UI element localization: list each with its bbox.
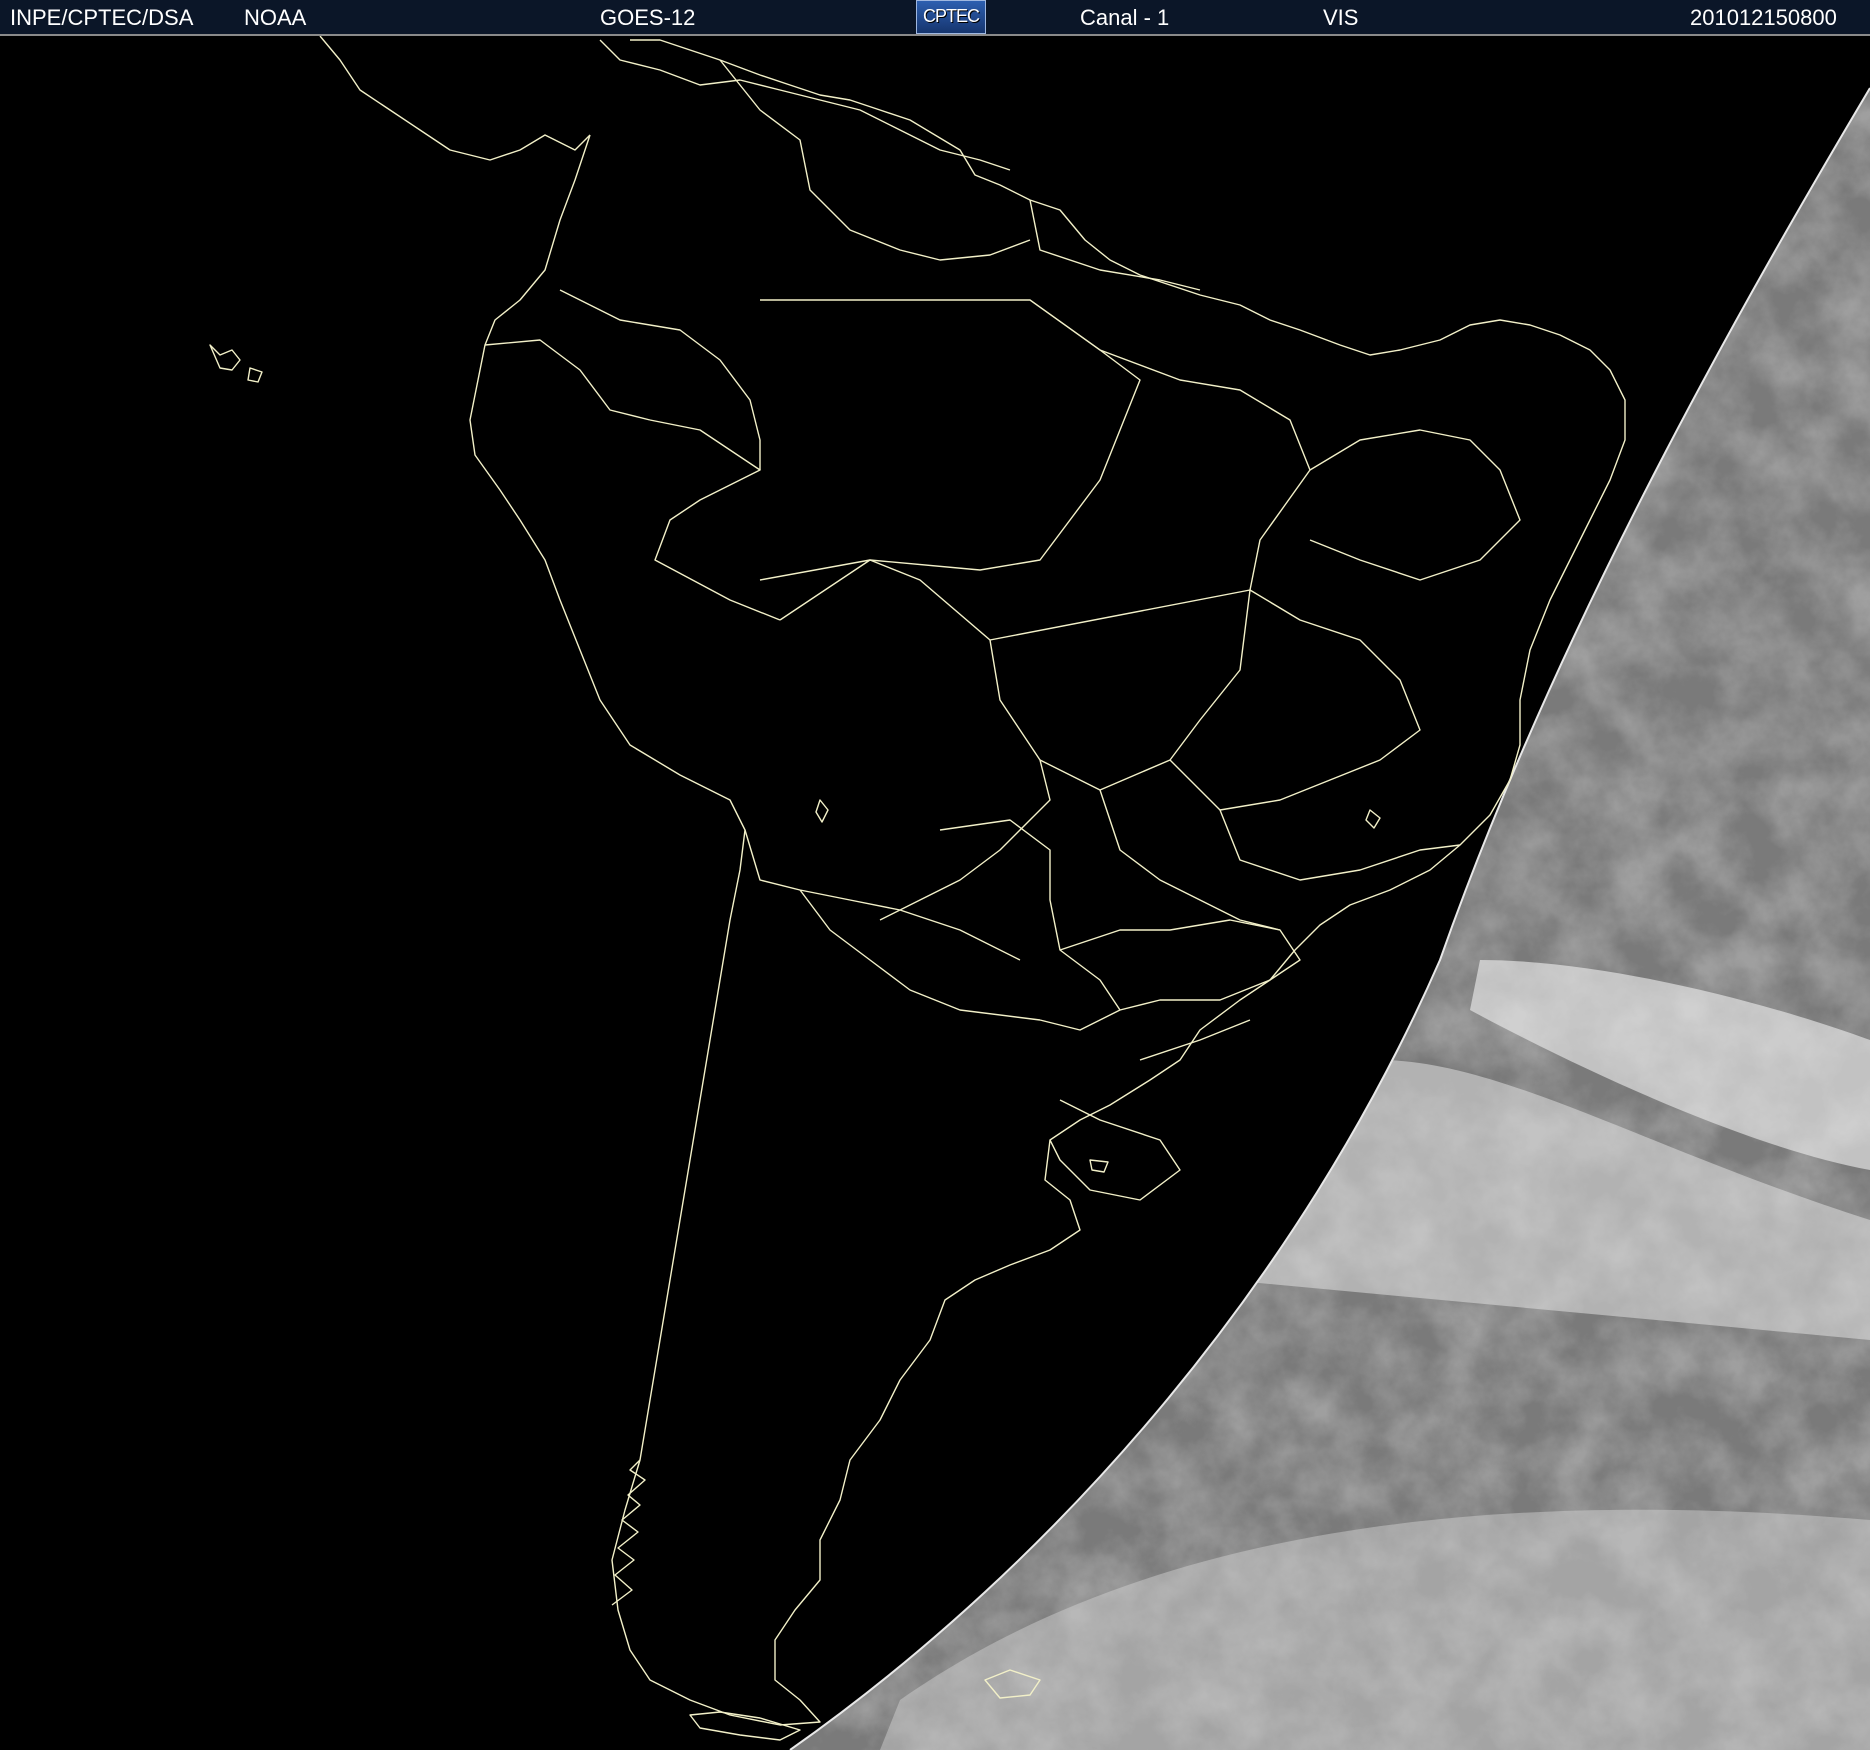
logo-text: CPTEC bbox=[922, 6, 980, 26]
band-label: VIS bbox=[1323, 5, 1359, 30]
header-bar: INPE/CPTEC/DSA NOAA GOES-12 CPTEC Canal … bbox=[0, 0, 1870, 36]
institution-label: INPE/CPTEC/DSA bbox=[10, 5, 194, 30]
cptec-logo: CPTEC bbox=[916, 0, 986, 34]
timestamp-label: 201012150800 bbox=[1690, 5, 1837, 30]
satellite-map bbox=[0, 36, 1870, 1750]
channel-label: Canal - 1 bbox=[1080, 5, 1170, 30]
satellite-label: GOES-12 bbox=[600, 5, 696, 30]
agency-label: NOAA bbox=[244, 5, 307, 30]
